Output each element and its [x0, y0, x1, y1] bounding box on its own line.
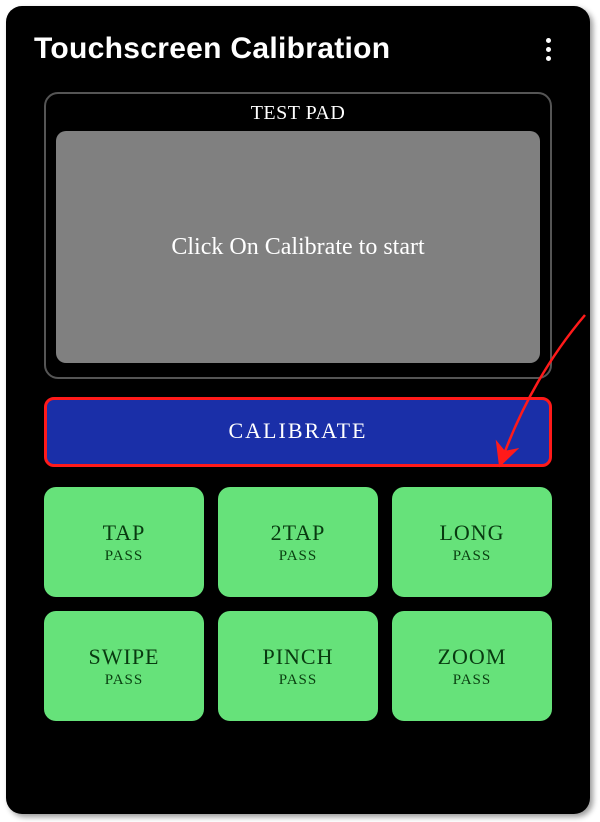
tile-status: PASS: [105, 548, 143, 565]
tile-title: SWIPE: [89, 644, 160, 670]
tile-swipe[interactable]: SWIPE PASS: [44, 611, 204, 721]
page-title: Touchscreen Calibration: [34, 32, 390, 66]
tile-long[interactable]: LONG PASS: [392, 487, 552, 597]
test-pad-label: TEST PAD: [56, 94, 540, 131]
tile-title: TAP: [103, 520, 146, 546]
tile-status: PASS: [105, 672, 143, 689]
test-pad[interactable]: Click On Calibrate to start: [56, 131, 540, 363]
tile-title: ZOOM: [438, 644, 507, 670]
tile-title: PINCH: [262, 644, 333, 670]
tile-zoom[interactable]: ZOOM PASS: [392, 611, 552, 721]
more-options-icon[interactable]: [534, 35, 562, 63]
test-pad-message: Click On Calibrate to start: [171, 234, 424, 261]
tile-status: PASS: [279, 548, 317, 565]
test-pad-frame: TEST PAD Click On Calibrate to start: [44, 92, 552, 379]
header-bar: Touchscreen Calibration: [6, 6, 590, 74]
app-screen: Touchscreen Calibration TEST PAD Click O…: [6, 6, 590, 814]
tile-title: 2TAP: [271, 520, 326, 546]
content-area: TEST PAD Click On Calibrate to start CAL…: [6, 74, 590, 741]
tile-pinch[interactable]: PINCH PASS: [218, 611, 378, 721]
tile-tap[interactable]: TAP PASS: [44, 487, 204, 597]
calibrate-button[interactable]: CALIBRATE: [44, 397, 552, 467]
calibrate-button-label: CALIBRATE: [229, 418, 368, 444]
tile-2tap[interactable]: 2TAP PASS: [218, 487, 378, 597]
tile-status: PASS: [279, 672, 317, 689]
tiles-grid: TAP PASS 2TAP PASS LONG PASS SWIPE PASS …: [44, 487, 552, 721]
tile-status: PASS: [453, 672, 491, 689]
tile-status: PASS: [453, 548, 491, 565]
tile-title: LONG: [439, 520, 504, 546]
